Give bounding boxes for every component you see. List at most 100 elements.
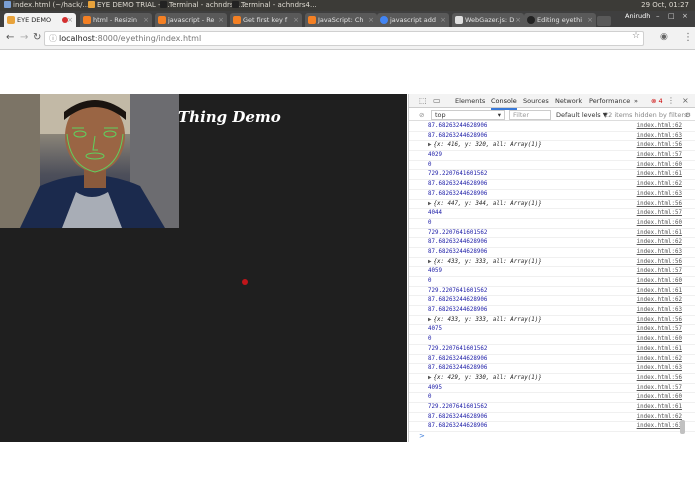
source-link[interactable]: index.html:56: [637, 316, 682, 326]
source-link[interactable]: index.html:56: [637, 258, 682, 268]
source-link[interactable]: index.html:62: [637, 238, 682, 248]
tab-get-first-key[interactable]: Get first key f ×: [230, 13, 302, 27]
address-bar[interactable]: ⓘ localhost:8000/eyething/index.html: [44, 31, 644, 46]
tab-editing-eyething[interactable]: Editing eyethi ×: [524, 13, 596, 27]
source-link[interactable]: index.html:57: [637, 151, 682, 161]
forward-button[interactable]: →: [20, 32, 28, 44]
filter-input[interactable]: Filter: [509, 110, 551, 120]
source-link[interactable]: index.html:57: [637, 267, 682, 277]
source-link[interactable]: index.html:63: [637, 132, 682, 142]
close-tab-icon[interactable]: ×: [67, 13, 73, 27]
source-link[interactable]: index.html:63: [637, 248, 682, 258]
minimize-icon[interactable]: –: [656, 12, 660, 20]
reload-button[interactable]: ↻: [33, 32, 41, 44]
tab-html-resizing[interactable]: html - Resizin ×: [80, 13, 152, 27]
expand-triangle-icon[interactable]: ▶: [428, 259, 432, 265]
extension-icon[interactable]: ◉: [660, 32, 668, 42]
source-link[interactable]: index.html:60: [637, 219, 682, 229]
levels-dropdown[interactable]: Default levels ▼: [556, 109, 608, 121]
info-icon[interactable]: ⓘ: [49, 32, 57, 45]
expand-triangle-icon[interactable]: ▶: [428, 201, 432, 207]
source-link[interactable]: index.html:63: [637, 190, 682, 200]
console-row: 87.68263244628906 index.html:63: [409, 422, 695, 432]
source-link[interactable]: index.html:60: [637, 161, 682, 171]
more-tabs-icon[interactable]: »: [634, 94, 638, 108]
context-select[interactable]: top ▾: [431, 110, 505, 120]
profile-name[interactable]: Anirudh: [625, 12, 650, 20]
source-link[interactable]: index.html:60: [637, 335, 682, 345]
tab-elements[interactable]: Elements: [455, 94, 485, 108]
error-count-badge[interactable]: ⊗ 4: [651, 94, 663, 108]
console-object-message[interactable]: ▶ {x: 416, y: 320, all: Array(1)}: [428, 141, 542, 151]
tab-sources[interactable]: Sources: [523, 94, 549, 108]
source-link[interactable]: index.html:56: [637, 200, 682, 210]
close-tab-icon[interactable]: ×: [587, 13, 593, 27]
maximize-icon[interactable]: □: [668, 12, 675, 20]
web-page: Thing Demo: [0, 94, 407, 442]
console-object-message[interactable]: ▶ {x: 429, y: 330, all: Array(1)}: [428, 374, 542, 384]
source-link[interactable]: index.html:61: [637, 403, 682, 413]
os-task-0[interactable]: index.html (~/hack/...: [2, 0, 89, 11]
close-tab-icon[interactable]: ×: [293, 13, 299, 27]
source-link[interactable]: index.html:62: [637, 296, 682, 306]
tab-console[interactable]: Console: [491, 94, 517, 110]
os-task-3[interactable]: Terminal - achndrs4...: [230, 0, 317, 11]
tab-javascript-re[interactable]: javascript - Re ×: [155, 13, 227, 27]
source-link[interactable]: index.html:60: [637, 393, 682, 403]
source-link[interactable]: index.html:61: [637, 345, 682, 355]
expand-triangle-icon[interactable]: ▶: [428, 142, 432, 148]
source-link[interactable]: index.html:61: [637, 229, 682, 239]
close-tab-icon[interactable]: ×: [218, 13, 224, 27]
tab-webgazer[interactable]: WebGazer.js: D ×: [452, 13, 524, 27]
source-link[interactable]: index.html:62: [637, 413, 682, 423]
source-link[interactable]: index.html:57: [637, 384, 682, 394]
console-message: 4075: [428, 326, 442, 333]
close-tab-icon[interactable]: ×: [143, 13, 149, 27]
source-link[interactable]: index.html:57: [637, 325, 682, 335]
new-tab-button[interactable]: [597, 16, 611, 26]
source-link[interactable]: index.html:63: [637, 306, 682, 316]
expand-triangle-icon[interactable]: ▶: [428, 375, 432, 381]
close-tab-icon[interactable]: ×: [515, 13, 521, 27]
browser-menu-icon[interactable]: ⋮: [683, 32, 693, 43]
tab-eye-demo[interactable]: EYE DEMO ×: [4, 13, 76, 27]
source-link[interactable]: index.html:56: [637, 374, 682, 384]
console-message: 4044: [428, 210, 442, 217]
clear-console-icon[interactable]: ⊘: [419, 109, 424, 121]
console-row: 4029 index.html:57: [409, 151, 695, 161]
source-link[interactable]: index.html:56: [637, 141, 682, 151]
tab-network[interactable]: Network: [555, 94, 582, 108]
expand-triangle-icon[interactable]: ▶: [428, 317, 432, 323]
bookmark-star-icon[interactable]: ☆: [632, 31, 640, 41]
os-task-1[interactable]: EYE DEMO TRIAL - ...: [86, 0, 169, 11]
editor-icon: [4, 1, 11, 8]
tab-performance[interactable]: Performance: [589, 94, 630, 108]
console-settings-gear-icon[interactable]: ⚙: [685, 109, 691, 121]
source-link[interactable]: index.html:63: [637, 364, 682, 374]
tab-javascript-ch[interactable]: JavaScript: Ch ×: [305, 13, 377, 27]
console-object-message[interactable]: ▶ {x: 433, y: 333, all: Array(1)}: [428, 258, 542, 268]
source-link[interactable]: index.html:62: [637, 355, 682, 365]
console-object-message[interactable]: ▶ {x: 433, y: 333, all: Array(1)}: [428, 316, 542, 326]
favicon-icon: [233, 16, 241, 24]
source-link[interactable]: index.html:60: [637, 277, 682, 287]
chevron-down-icon: ▾: [497, 111, 501, 119]
close-tab-icon[interactable]: ×: [368, 13, 374, 27]
inspect-element-icon[interactable]: ⬚: [419, 96, 427, 106]
tab-javascript-add[interactable]: javascript add ×: [377, 13, 449, 27]
source-link[interactable]: index.html:62: [637, 122, 682, 132]
device-toolbar-icon[interactable]: ▭: [433, 96, 441, 106]
console-prompt[interactable]: >: [419, 432, 425, 440]
source-link[interactable]: index.html:61: [637, 287, 682, 297]
source-link[interactable]: index.html:62: [637, 180, 682, 190]
close-tab-icon[interactable]: ×: [440, 13, 446, 27]
source-link[interactable]: index.html:63: [637, 422, 682, 432]
devtools-menu-icon[interactable]: ⋮: [667, 96, 675, 106]
console-scrollbar[interactable]: [680, 420, 685, 434]
source-link[interactable]: index.html:57: [637, 209, 682, 219]
back-button[interactable]: ←: [6, 32, 14, 44]
close-window-icon[interactable]: ×: [682, 12, 688, 20]
close-devtools-icon[interactable]: ×: [682, 96, 689, 106]
console-object-message[interactable]: ▶ {x: 447, y: 344, all: Array(1)}: [428, 200, 542, 210]
source-link[interactable]: index.html:61: [637, 170, 682, 180]
